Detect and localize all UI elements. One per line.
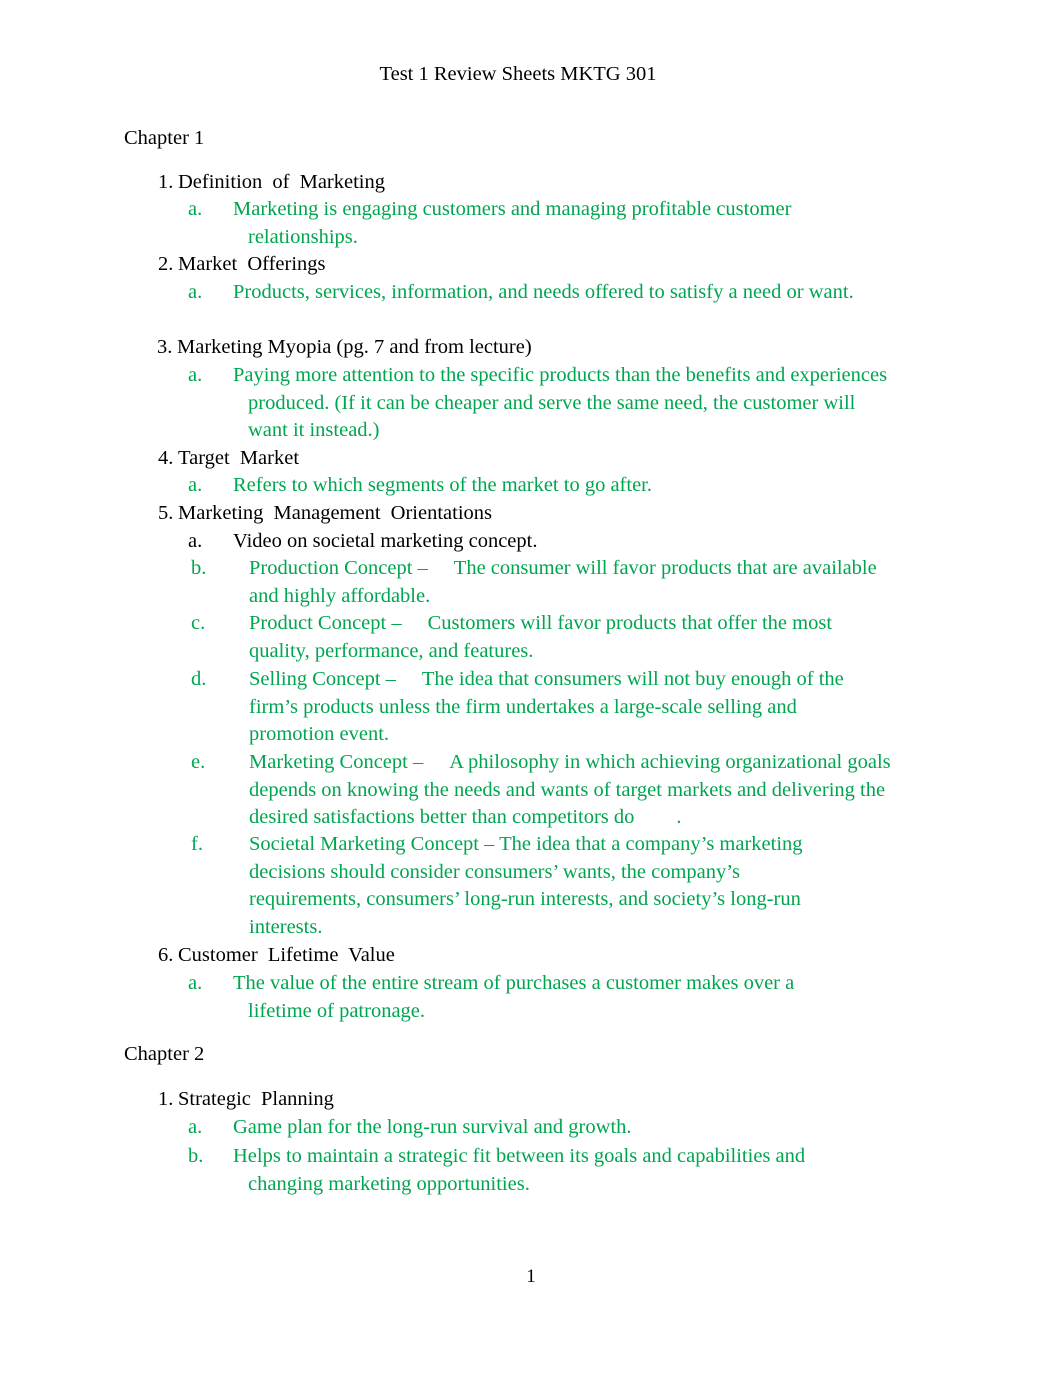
list-marker: 1. — [158, 171, 174, 193]
list-item-label: Helps to maintain a strategic fit betwee… — [233, 1145, 811, 1195]
list-item-label: Customer Lifetime Value — [178, 944, 395, 966]
list-item-label: Products, services, information, and nee… — [233, 281, 854, 303]
chapter-heading-2: Chapter 2 — [124, 1043, 205, 1065]
list-item-term: Marketing Concept – — [249, 751, 424, 773]
list-item-label: Market Offerings — [178, 253, 326, 275]
chapter-heading-1: Chapter 1 — [124, 127, 205, 149]
list-item: a. Products, services, information, and n… — [188, 279, 866, 307]
list-item: a. The value of the entire stream of purc… — [188, 970, 858, 1025]
list-item: a. Game plan for the long-run survival an… — [188, 1114, 878, 1142]
list-item: e. Marketing Concept – A philosophy in whi… — [191, 749, 920, 832]
list-item-label: Strategic Planning — [178, 1088, 334, 1110]
list-marker: a. — [188, 281, 203, 303]
list-marker: a. — [188, 198, 203, 220]
list-marker: b. — [191, 557, 207, 579]
document-page: Test 1 Review Sheets MKTG 301 Chapter 1 … — [0, 0, 1062, 1377]
list-item: b. Helps to maintain a strategic fit betw… — [188, 1143, 870, 1198]
list-item: 1. Definition of Marketing — [158, 169, 385, 197]
list-item-label: Societal Marketing Concept – The idea th… — [249, 833, 808, 938]
list-item-label: Game plan for the long-run survival and … — [233, 1116, 632, 1138]
list-item: 2. Market Offerings — [158, 251, 326, 279]
list-item: 1. Strategic Planning — [158, 1086, 334, 1114]
list-marker: a. — [188, 972, 203, 994]
list-item: f. Societal Marketing Concept – The idea … — [191, 831, 840, 941]
list-marker: c. — [191, 612, 206, 634]
list-item: a. Marketing is engaging customers and ma… — [188, 196, 858, 251]
list-item-label: Marketing is engaging customers and mana… — [233, 198, 797, 248]
list-item-label: Target Market — [178, 447, 300, 469]
list-marker: a. — [188, 1116, 203, 1138]
list-marker: f. — [191, 833, 203, 855]
list-item: 6. Customer Lifetime Value — [158, 942, 395, 970]
list-item-label: Marketing Myopia (pg. 7 and from lecture… — [177, 336, 532, 358]
list-marker: 5. — [158, 502, 174, 524]
list-item: a. Paying more attention to the specific … — [188, 362, 893, 445]
list-marker: e. — [191, 751, 206, 773]
list-marker: 6. — [158, 944, 174, 966]
list-item-trailing: . — [676, 806, 682, 828]
list-item-label: Paying more attention to the specific pr… — [233, 364, 893, 441]
list-item-label: Marketing Management Orientations — [178, 502, 492, 524]
list-marker: a. — [188, 474, 203, 496]
list-item-label: The value of the entire stream of purcha… — [233, 972, 800, 1022]
list-item: d. Selling Concept – The idea that consume… — [191, 666, 865, 749]
list-marker: 1. — [158, 1088, 174, 1110]
page-number: 1 — [526, 1266, 536, 1287]
list-marker: 2. — [158, 253, 174, 275]
list-marker: a. — [188, 530, 203, 552]
list-item-term: Product Concept – — [249, 612, 402, 634]
list-marker: a. — [188, 364, 203, 386]
list-item-label: Video on societal marketing concept. — [233, 530, 538, 552]
list-item: 3. Marketing Myopia (pg. 7 and from lectu… — [157, 334, 532, 362]
list-item-label: Definition of Marketing — [178, 171, 385, 193]
list-item: 5. Marketing Management Orientations — [158, 500, 492, 528]
list-marker: 3. — [157, 336, 173, 358]
list-item: a. Refers to which segments of the market… — [188, 472, 898, 500]
list-marker: 4. — [158, 447, 174, 469]
list-item: c. Product Concept – Customers will favor … — [191, 610, 860, 665]
list-marker: d. — [191, 668, 207, 690]
list-marker: b. — [188, 1145, 204, 1167]
list-item-term: Production Concept – — [249, 557, 428, 579]
list-item: a. Video on societal marketing concept. — [188, 528, 898, 556]
list-item: 4. Target Market — [158, 445, 299, 473]
list-item-label: Refers to which segments of the market t… — [233, 474, 652, 496]
page-title: Test 1 Review Sheets MKTG 301 — [379, 63, 657, 85]
list-item-term: Selling Concept – — [249, 668, 396, 690]
list-item: b. Production Concept – The consumer will … — [191, 555, 910, 610]
